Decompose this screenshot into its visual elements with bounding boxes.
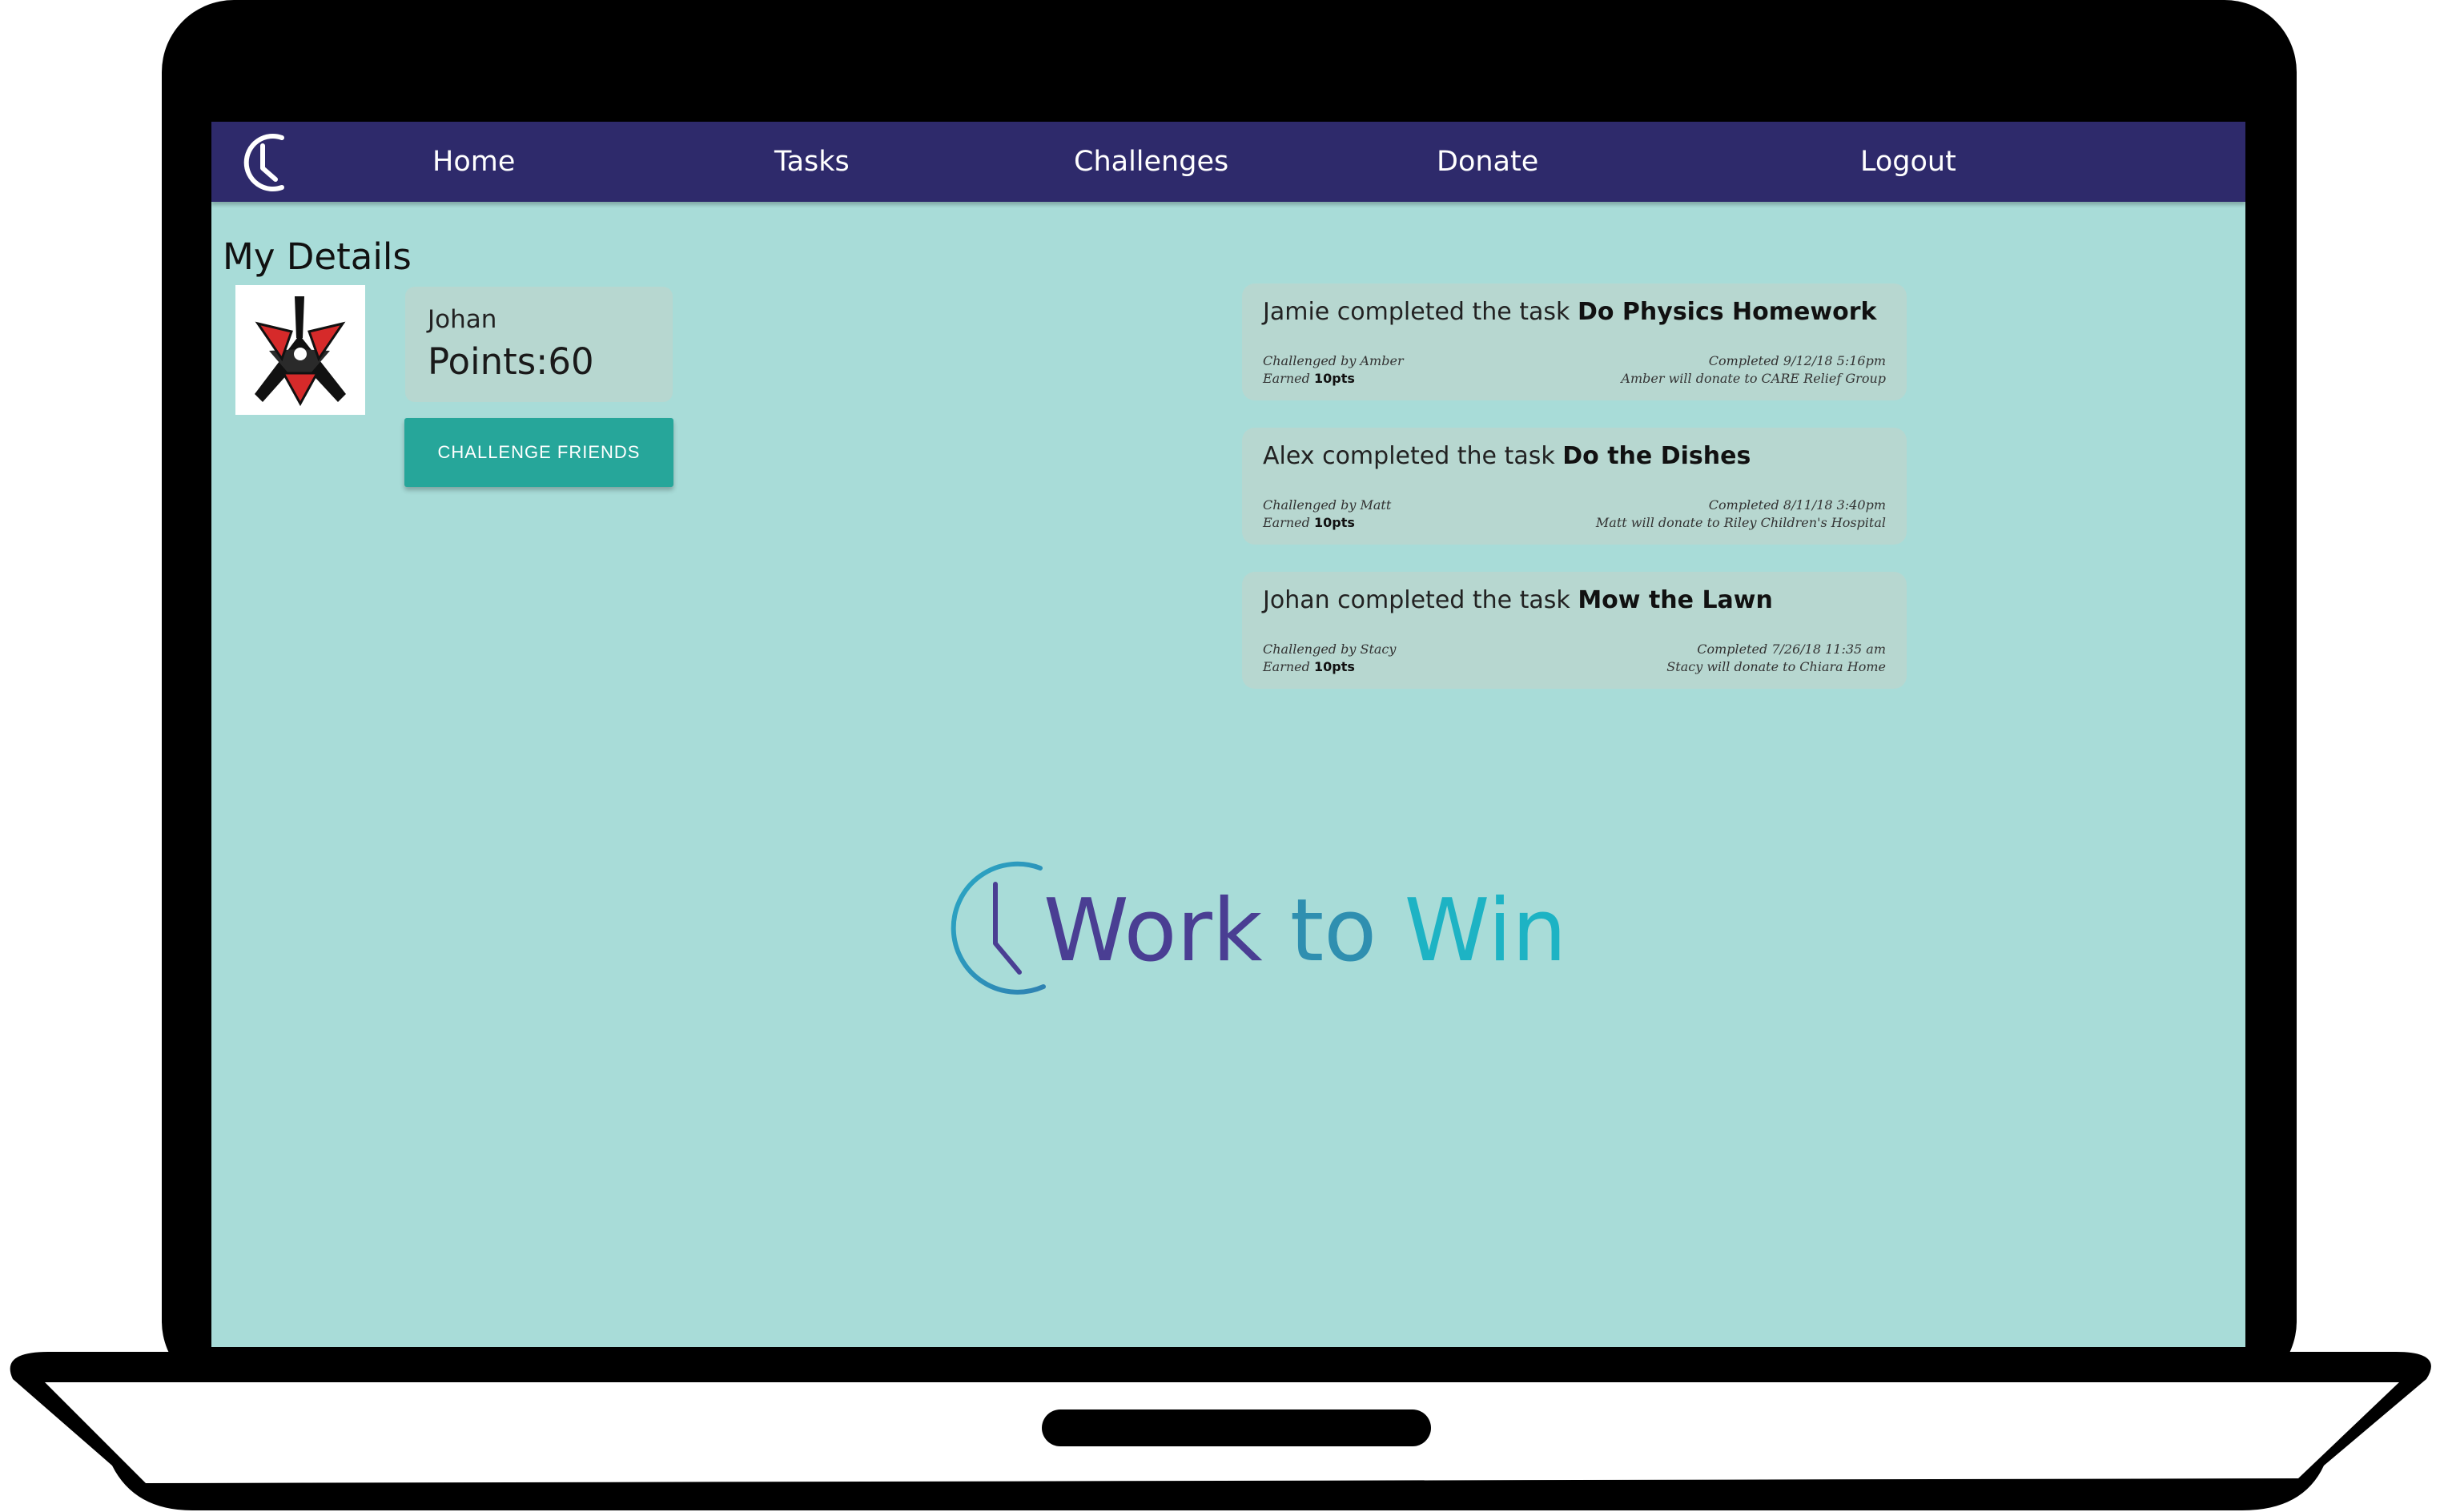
earned-points: 10pts — [1313, 659, 1355, 674]
earned-label: Earned — [1263, 371, 1310, 386]
feed-meta-right: Completed 9/12/18 5:16pm Amber will dona… — [1621, 352, 1886, 388]
brand-word-work: Work — [1043, 881, 1263, 981]
earned-points: 10pts — [1313, 371, 1355, 386]
earned: Earned 10pts — [1263, 514, 1391, 532]
activity-feed: Jamie completed the task Do Physics Home… — [1242, 284, 1907, 716]
feed-meta-left: Challenged by Matt Earned 10pts — [1263, 497, 1391, 532]
navbar: Home Tasks Challenges Donate Logout — [211, 122, 2245, 202]
app-screen: Home Tasks Challenges Donate Logout My D… — [211, 122, 2245, 1347]
earned-points: 10pts — [1313, 515, 1355, 530]
nav-challenges[interactable]: Challenges — [1074, 143, 1228, 181]
earned-label: Earned — [1263, 659, 1310, 674]
user-name: Johan — [428, 305, 497, 334]
nav-tasks[interactable]: Tasks — [774, 143, 850, 181]
earned: Earned 10pts — [1263, 658, 1396, 676]
feed-title: Alex completed the task Do the Dishes — [1263, 439, 1891, 474]
brand-logo: Work to Win — [931, 855, 1566, 1007]
completed-date: Completed 7/26/18 11:35 am — [1697, 641, 1886, 657]
feed-card: Jamie completed the task Do Physics Home… — [1242, 284, 1907, 400]
feed-meta-right: Completed 8/11/18 3:40pm Matt will donat… — [1596, 497, 1886, 532]
challenge-friends-button[interactable]: CHALLENGE FRIENDS — [404, 418, 673, 487]
challenged-by: Challenged by Amber — [1263, 353, 1404, 368]
completed-date: Completed 8/11/18 3:40pm — [1708, 497, 1886, 513]
page-title: My Details — [223, 235, 412, 278]
challenged-by: Challenged by Matt — [1263, 497, 1392, 513]
nav-logout[interactable]: Logout — [1860, 143, 1956, 181]
feed-meta-left: Challenged by Amber Earned 10pts — [1263, 352, 1404, 388]
nav-donate[interactable]: Donate — [1437, 143, 1538, 181]
feed-task-name: Do the Dishes — [1562, 442, 1751, 470]
clock-icon[interactable] — [232, 127, 299, 199]
feed-title: Jamie completed the task Do Physics Home… — [1263, 295, 1891, 330]
feed-meta-right: Completed 7/26/18 11:35 am Stacy will do… — [1666, 641, 1886, 676]
challenged-by: Challenged by Stacy — [1263, 641, 1397, 657]
feed-prefix: Jamie completed the task — [1263, 298, 1570, 326]
earned: Earned 10pts — [1263, 370, 1404, 388]
feed-meta-left: Challenged by Stacy Earned 10pts — [1263, 641, 1396, 676]
feed-task-name: Do Physics Homework — [1577, 298, 1877, 326]
donation-text: Matt will donate to Riley Children's Hos… — [1595, 515, 1886, 530]
feed-title: Johan completed the task Mow the Lawn — [1263, 583, 1891, 618]
completed-date: Completed 9/12/18 5:16pm — [1708, 353, 1886, 368]
nav-home[interactable]: Home — [432, 143, 515, 181]
emblem-avatar-icon — [235, 285, 365, 415]
feed-card: Johan completed the task Mow the Lawn Ch… — [1242, 572, 1907, 689]
feed-prefix: Alex completed the task — [1263, 442, 1555, 470]
feed-card: Alex completed the task Do the Dishes Ch… — [1242, 428, 1907, 545]
user-card: Johan Points:60 — [405, 287, 673, 402]
feed-task-name: Mow the Lawn — [1578, 586, 1773, 614]
user-points: Points:60 — [428, 340, 594, 383]
brand-word-win: Win — [1404, 881, 1567, 981]
avatar — [235, 285, 365, 415]
brand-word-to: to — [1289, 881, 1377, 981]
donation-text: Amber will donate to CARE Relief Group — [1621, 371, 1886, 386]
brand-wordmark: Work to Win — [1043, 857, 1566, 1006]
earned-label: Earned — [1263, 515, 1310, 530]
donation-text: Stacy will donate to Chiara Home — [1666, 659, 1886, 674]
feed-prefix: Johan completed the task — [1263, 586, 1570, 614]
